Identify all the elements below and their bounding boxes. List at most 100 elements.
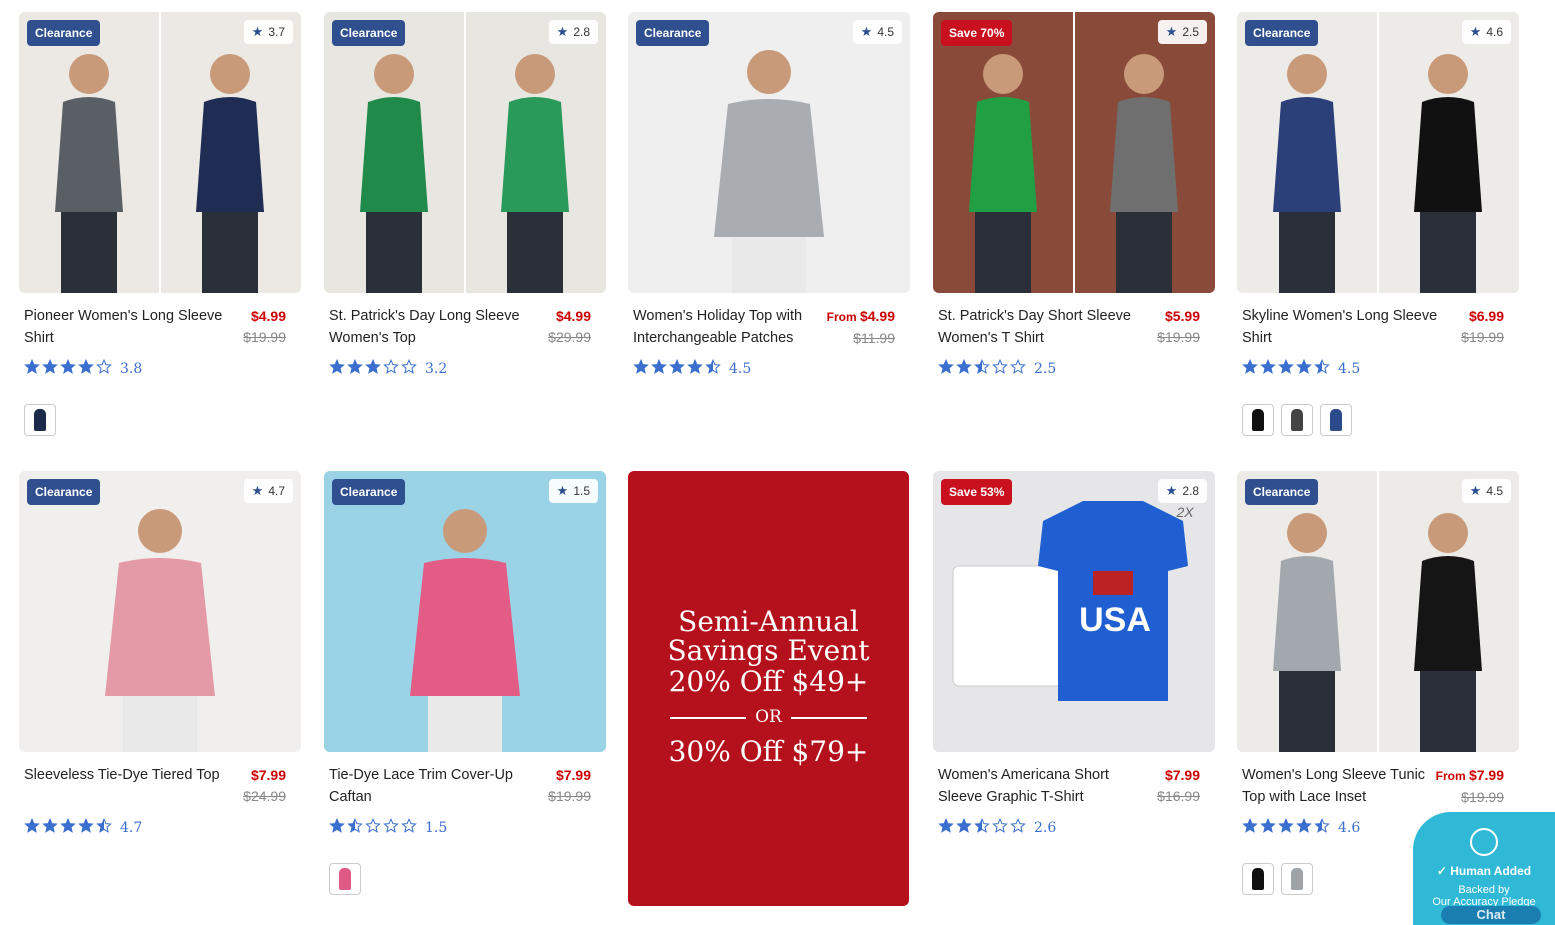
product-image[interactable]: Clearance ★ 2.8	[324, 12, 606, 293]
product-image[interactable]: Clearance ★ 4.6	[1237, 12, 1519, 293]
star-icon	[329, 358, 345, 380]
product-image[interactable]: Clearance ★ 4.5	[628, 12, 910, 293]
star-icon	[1296, 817, 1312, 839]
star-icon	[347, 358, 363, 380]
rating-chip-value: 4.5	[877, 25, 894, 39]
color-swatch[interactable]	[24, 404, 56, 436]
star-icon	[633, 358, 649, 380]
star-icon	[992, 817, 1008, 839]
product-name[interactable]: Pioneer Women's Long Sleeve Shirt	[24, 305, 229, 349]
product-name[interactable]: Sleeveless Tie-Dye Tiered Top	[24, 764, 229, 786]
product-price: From $7.99 $19.99	[1436, 767, 1504, 805]
rating-chip: ★ 3.7	[243, 20, 293, 44]
original-price: $11.99	[853, 330, 895, 346]
star-icon	[96, 358, 112, 380]
star-icon	[669, 358, 685, 380]
star-icon	[938, 817, 954, 839]
star-icon	[956, 817, 972, 839]
star-icon	[651, 358, 667, 380]
star-icon	[24, 358, 40, 380]
rating-value: 2.6	[1034, 820, 1057, 836]
star-icon	[1314, 358, 1330, 380]
rating-chip-value: 4.6	[1486, 25, 1503, 39]
accuracy-pledge-widget[interactable]: ✓ Human Added Backed by Our Accuracy Pled…	[1413, 812, 1555, 925]
chat-button[interactable]: Chat	[1441, 906, 1541, 924]
color-swatches	[24, 404, 301, 436]
star-icon: ★	[1469, 483, 1482, 498]
product-card[interactable]: Clearance ★ 2.8 St. Patrick's Day Long Slee…	[324, 12, 606, 378]
star-icon	[383, 358, 399, 380]
product-name[interactable]: St. Patrick's Day Long Sleeve Women's To…	[329, 305, 534, 349]
product-card[interactable]: Clearance ★ 3.7 Pioneer Women's Long Sleeve…	[19, 12, 301, 436]
rating-chip: ★ 4.5	[1461, 479, 1511, 503]
current-price: $7.99	[250, 767, 286, 783]
rating-chip: ★ 1.5	[548, 479, 598, 503]
product-rating: 4.5	[1242, 358, 1519, 380]
product-card[interactable]: USA 2X Save 53% ★ 2.8 Women's Americana Short…	[933, 471, 1215, 837]
clearance-badge: Clearance	[332, 479, 406, 505]
original-price: $29.99	[548, 329, 591, 345]
semi-annual-savings-promo[interactable]: Semi-Annual Savings Event 20% Off $49+ OR…	[628, 471, 909, 906]
rating-chip: ★ 4.5	[852, 20, 902, 44]
product-card[interactable]: Clearance ★ 4.5 Women's Holiday Top with In…	[628, 12, 910, 378]
product-rating: 3.2	[329, 358, 606, 380]
color-swatch[interactable]	[1281, 863, 1313, 895]
star-icon	[992, 358, 1008, 380]
product-price: $5.99 $19.99	[1157, 308, 1200, 345]
clearance-badge: Clearance	[1245, 20, 1319, 46]
original-price: $19.99	[1461, 789, 1504, 805]
product-price: From $4.99 $11.99	[827, 308, 895, 346]
color-swatch[interactable]	[1242, 863, 1274, 895]
promo-offer1: 20% Off $49+	[668, 665, 869, 698]
star-icon	[938, 358, 954, 380]
rating-chip-value: 3.7	[268, 25, 285, 39]
product-image[interactable]: Save 70% ★ 2.5	[933, 12, 1215, 293]
promo-line1: Semi-Annual	[678, 605, 859, 638]
product-card[interactable]: Save 70% ★ 2.5 St. Patrick's Day Short Slee…	[933, 12, 1215, 378]
star-icon	[78, 358, 94, 380]
product-price: $7.99 $24.99	[243, 767, 286, 804]
product-image[interactable]: Clearance ★ 4.7	[19, 471, 301, 752]
star-icon	[687, 358, 703, 380]
product-price: $7.99 $16.99	[1157, 767, 1200, 804]
color-swatch[interactable]	[329, 863, 361, 895]
star-icon	[956, 358, 972, 380]
rating-value: 3.2	[425, 361, 448, 377]
star-icon	[1278, 817, 1294, 839]
rating-value: 4.5	[729, 361, 752, 377]
star-icon	[401, 358, 417, 380]
rating-chip-value: 4.5	[1486, 484, 1503, 498]
product-name[interactable]: Skyline Women's Long Sleeve Shirt	[1242, 305, 1447, 349]
color-swatch[interactable]	[1320, 404, 1352, 436]
star-icon	[347, 817, 363, 839]
svg-text:2X: 2X	[1175, 504, 1194, 520]
star-icon	[1242, 358, 1258, 380]
color-swatches	[1242, 404, 1519, 436]
pledge-subtext: Backed by Our Accuracy Pledge	[1432, 884, 1536, 908]
product-name[interactable]: Women's Long Sleeve Tunic Top with Lace …	[1242, 764, 1447, 808]
product-card[interactable]: Clearance ★ 4.7 Sleeveless Tie-Dye Tiered T…	[19, 471, 301, 837]
product-image[interactable]: Clearance ★ 1.5	[324, 471, 606, 752]
star-icon	[24, 817, 40, 839]
product-image[interactable]: Clearance ★ 4.5	[1237, 471, 1519, 752]
product-rating: 3.8	[24, 358, 301, 380]
product-name[interactable]: St. Patrick's Day Short Sleeve Women's T…	[938, 305, 1143, 349]
color-swatch[interactable]	[1281, 404, 1313, 436]
original-price: $19.99	[1157, 329, 1200, 345]
product-name[interactable]: Women's Americana Short Sleeve Graphic T…	[938, 764, 1143, 808]
save-badge: Save 53%	[941, 479, 1013, 505]
product-image[interactable]: Clearance ★ 3.7	[19, 12, 301, 293]
rating-value: 4.6	[1338, 820, 1361, 836]
product-card[interactable]: Clearance ★ 4.6 Skyline Women's Long Sleeve…	[1237, 12, 1519, 436]
product-card[interactable]: Clearance ★ 1.5 Tie-Dye Lace Trim Cover-Up …	[324, 471, 606, 895]
product-name[interactable]: Women's Holiday Top with Interchangeable…	[633, 305, 838, 349]
rating-value: 1.5	[425, 820, 448, 836]
product-image[interactable]: USA 2X Save 53% ★ 2.8	[933, 471, 1215, 752]
product-price: $7.99 $19.99	[548, 767, 591, 804]
rating-chip: ★ 2.8	[548, 20, 598, 44]
star-icon	[1296, 358, 1312, 380]
clearance-badge: Clearance	[1245, 479, 1319, 505]
product-name[interactable]: Tie-Dye Lace Trim Cover-Up Caftan	[329, 764, 534, 808]
color-swatch[interactable]	[1242, 404, 1274, 436]
star-icon: ★	[860, 24, 873, 39]
